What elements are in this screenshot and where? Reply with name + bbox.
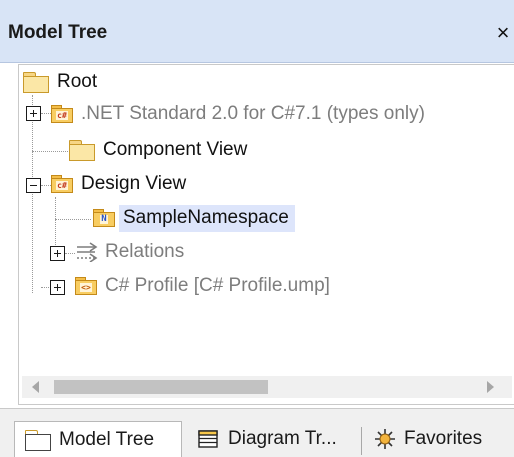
tab-label: Model Tree — [59, 428, 155, 450]
profile-badge: <> — [80, 283, 92, 292]
tree-node-label: .NET Standard 2.0 for C#7.1 (types only) — [81, 103, 425, 124]
horizontal-scrollbar[interactable] — [22, 376, 512, 398]
scroll-right-arrow-icon[interactable] — [487, 381, 494, 393]
profile-package-icon: <> — [75, 277, 97, 295]
tab-label: Diagram Tr... — [228, 428, 337, 449]
namespace-badge: N — [100, 214, 108, 224]
bottom-tab-bar: Model Tree Diagram Tr... Favorites — [0, 408, 514, 457]
csharp-package-icon: c# — [51, 175, 73, 193]
tree-node-component-view[interactable]: Component View — [69, 135, 247, 165]
namespace-package-icon: N — [93, 209, 115, 227]
model-tree-window: Model Tree × Root c# .NET Standard 2.0 f… — [0, 0, 514, 457]
folder-icon — [69, 140, 95, 161]
tree-node-relations[interactable]: Relations — [75, 237, 184, 267]
tab-diagram-tree[interactable]: Diagram Tr... — [196, 423, 337, 455]
tab-separator — [361, 427, 362, 455]
relations-icon — [75, 242, 99, 263]
csharp-badge: c# — [56, 181, 68, 190]
scroll-left-arrow-icon[interactable] — [32, 381, 39, 393]
expand-button[interactable] — [50, 280, 65, 295]
folder-icon — [23, 72, 49, 93]
tree-node-label-selected: SampleNamespace — [119, 204, 295, 232]
favorites-icon — [374, 428, 396, 450]
expand-button[interactable] — [50, 246, 65, 261]
tree-connector — [41, 113, 51, 114]
tree-node-sample-namespace[interactable]: N SampleNamespace — [93, 203, 295, 233]
tree-connector — [65, 253, 75, 254]
tab-label: Favorites — [404, 428, 483, 449]
tab-favorites[interactable]: Favorites — [374, 423, 482, 455]
tree-node-root[interactable]: Root — [23, 67, 97, 97]
title-bar: Model Tree × — [0, 0, 514, 63]
tree-node-label: C# Profile [C# Profile.ump] — [105, 275, 330, 296]
tree-node-label: Root — [57, 71, 98, 92]
collapse-button[interactable] — [26, 178, 41, 193]
tree-node-design-view[interactable]: c# Design View — [51, 169, 186, 199]
tree-node-net-standard[interactable]: c# .NET Standard 2.0 for C#7.1 (types on… — [51, 99, 425, 129]
tree-node-label: Design View — [81, 173, 187, 194]
tree-node-label: Component View — [103, 139, 248, 160]
tree-connector — [32, 95, 33, 293]
expand-button[interactable] — [26, 106, 41, 121]
close-button[interactable]: × — [492, 20, 514, 46]
csharp-package-icon: c# — [51, 105, 73, 123]
csharp-badge: c# — [56, 111, 68, 120]
diagram-tree-icon — [196, 429, 220, 449]
tree-connector — [41, 185, 51, 186]
folder-icon — [25, 429, 51, 451]
model-tree-panel: Root c# .NET Standard 2.0 for C#7.1 (typ… — [18, 64, 514, 405]
tree-connector — [55, 219, 91, 220]
tab-model-tree[interactable]: Model Tree — [14, 421, 182, 457]
tree-node-label: Relations — [105, 241, 185, 262]
scrollbar-thumb[interactable] — [54, 380, 268, 394]
tree-connector — [32, 151, 68, 152]
window-title: Model Tree — [8, 22, 108, 43]
tree-node-csharp-profile[interactable]: <> C# Profile [C# Profile.ump] — [75, 271, 330, 301]
